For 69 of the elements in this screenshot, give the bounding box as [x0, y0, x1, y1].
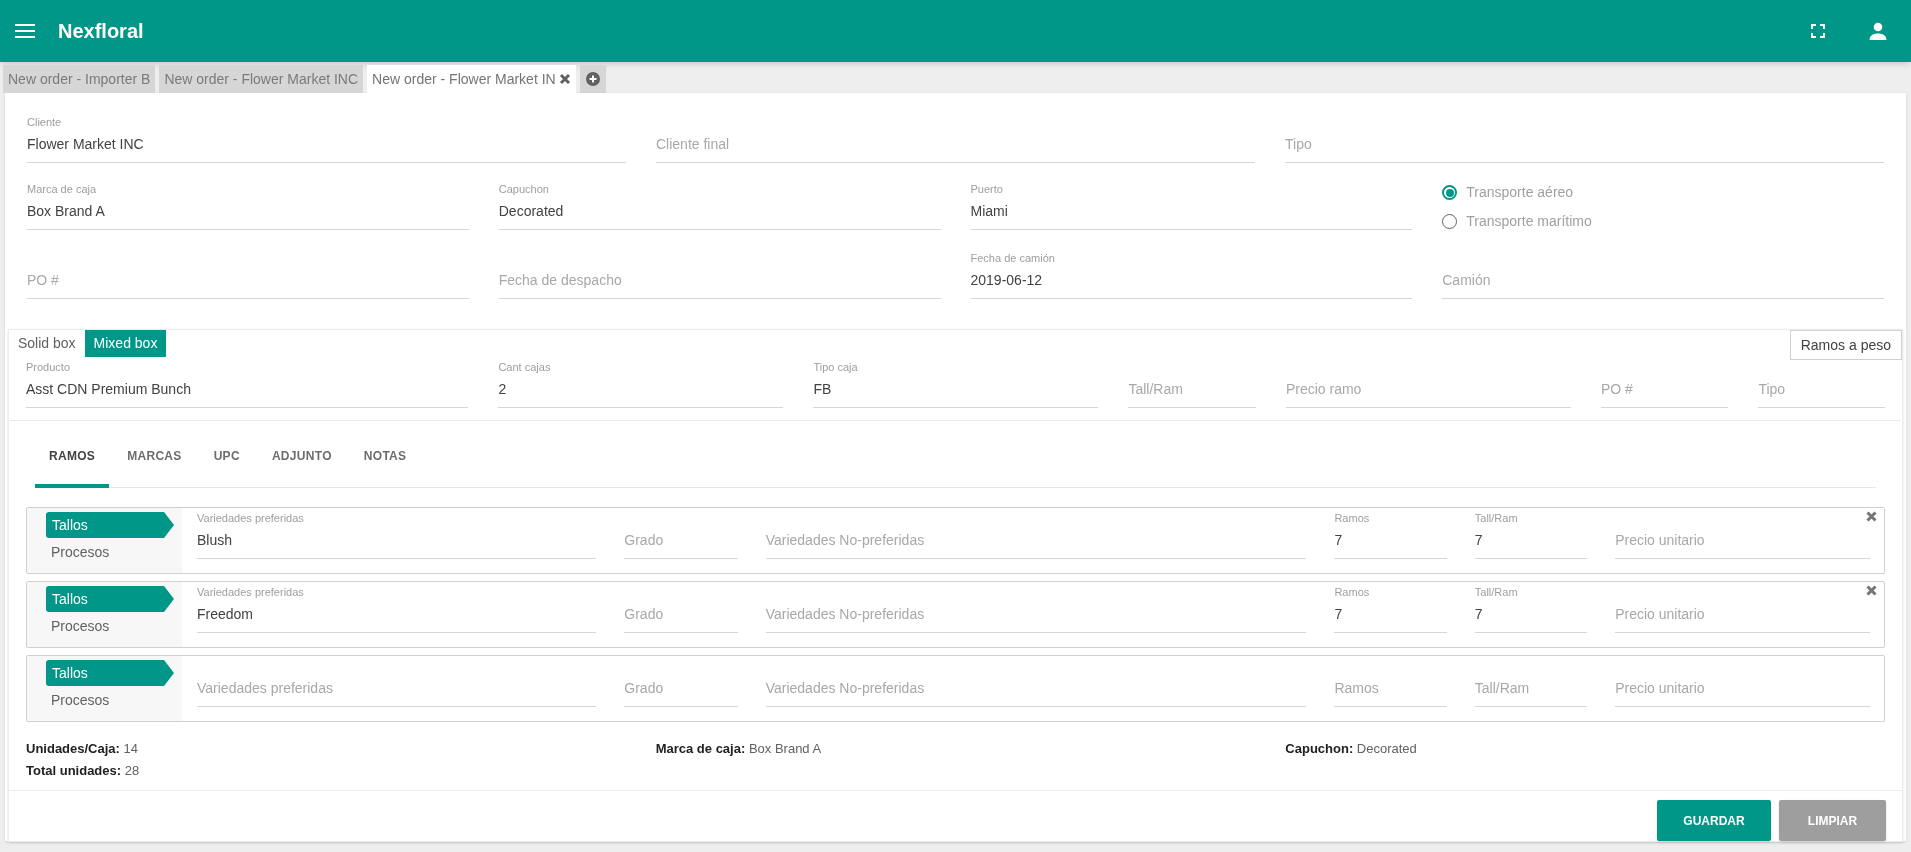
processes-label[interactable]: Procesos: [46, 690, 182, 711]
text-field[interactable]: Variedades preferidas: [197, 657, 597, 707]
processes-label[interactable]: Procesos: [46, 616, 182, 637]
text-field[interactable]: Tipo: [1758, 358, 1885, 408]
summary-item: Total unidades: 28: [26, 761, 140, 780]
text-field[interactable]: Tall/Ram 7: [1474, 509, 1588, 559]
text-field[interactable]: PO #: [1600, 358, 1729, 408]
section-tab[interactable]: ADJUNTO: [257, 436, 346, 488]
text-field[interactable]: Capuchon Decorated: [498, 180, 941, 230]
text-field[interactable]: Marca de caja Box Brand A: [27, 180, 469, 230]
text-field[interactable]: Producto Asst CDN Premium Bunch: [26, 358, 469, 408]
text-field[interactable]: Precio unitario: [1615, 509, 1870, 559]
text-field[interactable]: Ramos: [1334, 657, 1447, 707]
section-tab[interactable]: MARCAS: [113, 436, 196, 488]
weights-button[interactable]: Ramos a peso: [1789, 330, 1902, 360]
text-field[interactable]: Variedades No-preferidas: [765, 657, 1307, 707]
text-field[interactable]: Cant cajas 2: [498, 358, 784, 408]
text-field[interactable]: Grado: [624, 657, 738, 707]
text-field[interactable]: PO #: [27, 249, 469, 299]
text-field[interactable]: Camión: [1442, 249, 1884, 299]
text-field[interactable]: Ramos 7: [1334, 583, 1447, 633]
app-title: Nexfloral: [58, 19, 144, 44]
section-tab[interactable]: RAMOS: [35, 436, 110, 488]
fullscreen-icon[interactable]: [1811, 24, 1825, 38]
section-tab[interactable]: UPC: [199, 436, 254, 488]
plus-icon: [585, 72, 600, 86]
radio-option[interactable]: Transporte marítimo: [1442, 211, 1592, 232]
stems-tag[interactable]: Tallos: [46, 512, 174, 538]
text-field[interactable]: Puerto Miami: [970, 180, 1413, 230]
text-field[interactable]: Precio unitario: [1615, 583, 1870, 633]
text-field[interactable]: Tipo: [1285, 113, 1884, 163]
text-field[interactable]: Tall/Ram: [1474, 657, 1588, 707]
close-icon[interactable]: [1866, 585, 1877, 596]
document-tab[interactable]: New order - Flower Market INC: [159, 65, 364, 93]
text-field[interactable]: Fecha de despacho: [498, 249, 941, 299]
summary-item: Marca de caja: Box Brand A: [655, 740, 822, 758]
text-field[interactable]: Fecha de camión 2019-06-12: [970, 249, 1413, 299]
text-field[interactable]: Tipo caja FB: [813, 358, 1099, 408]
radio-option[interactable]: Transporte aéreo: [1442, 182, 1574, 203]
menu-icon[interactable]: [15, 24, 35, 38]
document-tab[interactable]: New order - Importer B: [3, 65, 156, 93]
text-field[interactable]: Variedades No-preferidas: [765, 583, 1307, 633]
text-field[interactable]: Variedades preferidas Blush: [197, 509, 597, 559]
text-field[interactable]: Ramos 7: [1334, 509, 1447, 559]
text-field[interactable]: Variedades preferidas Freedom: [197, 583, 597, 633]
text-field[interactable]: Cliente final: [656, 113, 1255, 163]
close-icon[interactable]: [558, 73, 571, 85]
clear-button[interactable]: LIMPIAR: [1779, 800, 1886, 841]
stems-tag[interactable]: Tallos: [46, 586, 174, 612]
text-field[interactable]: Cliente Flower Market INC: [27, 113, 626, 163]
section-tab[interactable]: NOTAS: [349, 436, 421, 488]
add-tab-button[interactable]: [579, 65, 606, 93]
text-field[interactable]: Variedades No-preferidas: [765, 509, 1307, 559]
box-type-tab[interactable]: Solid box: [9, 330, 85, 357]
close-icon[interactable]: [1866, 511, 1877, 522]
user-icon[interactable]: [1869, 22, 1887, 40]
document-tab[interactable]: New order - Flower Market IN: [367, 65, 576, 93]
save-button[interactable]: GUARDAR: [1657, 800, 1771, 841]
box-type-tab[interactable]: Mixed box: [84, 330, 167, 357]
summary-item: Unidades/Caja: 14: [26, 740, 138, 758]
stems-tag[interactable]: Tallos: [46, 660, 174, 686]
text-field[interactable]: Precio ramo: [1285, 358, 1571, 408]
summary-item: Capuchon: Decorated: [1285, 740, 1417, 758]
text-field[interactable]: Grado: [624, 583, 738, 633]
text-field[interactable]: Precio unitario: [1615, 657, 1870, 707]
processes-label[interactable]: Procesos: [46, 542, 182, 563]
text-field[interactable]: Tall/Ram: [1128, 358, 1256, 408]
text-field[interactable]: Tall/Ram 7: [1474, 583, 1588, 633]
text-field[interactable]: Grado: [624, 509, 738, 559]
